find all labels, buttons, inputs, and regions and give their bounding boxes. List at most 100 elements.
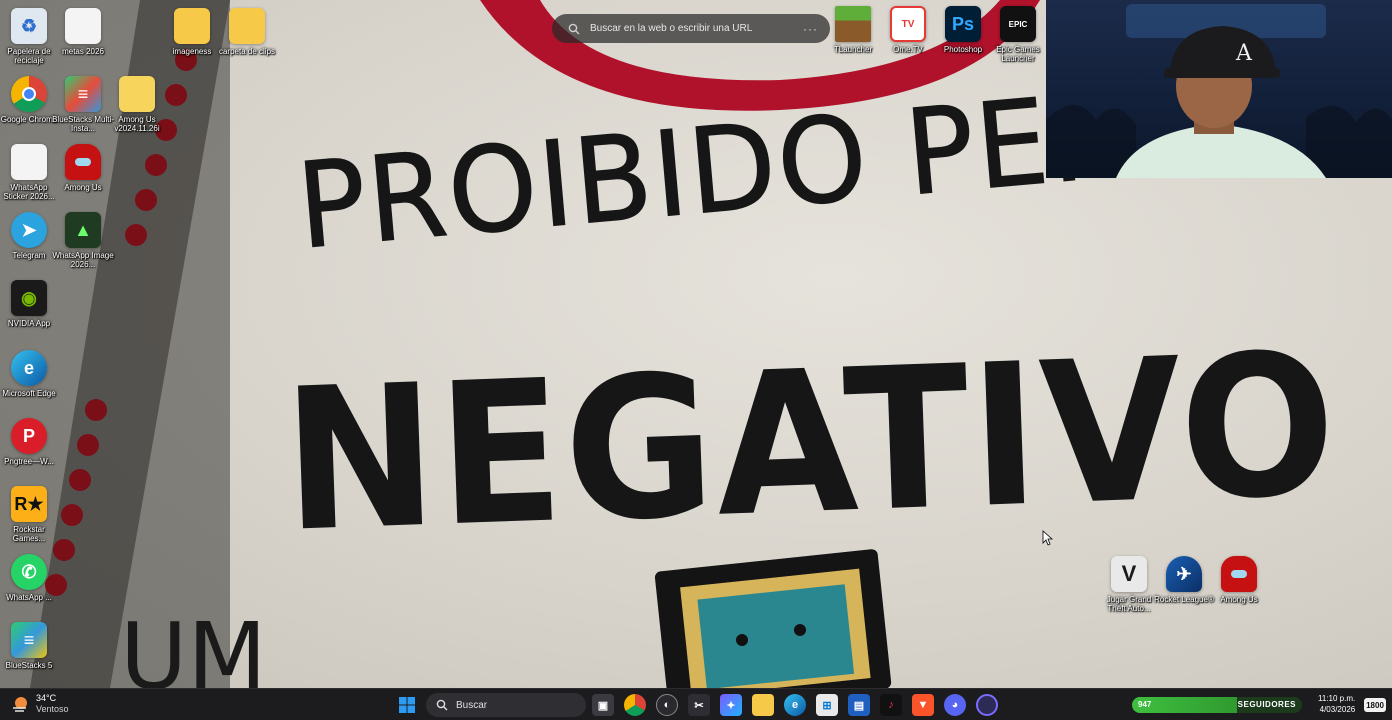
telegram-icon: ➤: [11, 212, 47, 248]
taskbar-edge-button[interactable]: e: [784, 694, 806, 716]
taskbar-search-box[interactable]: Buscar: [426, 693, 586, 717]
start-button[interactable]: [396, 694, 418, 716]
tlauncher-icon: [835, 6, 871, 42]
desktop-icon-imageness[interactable]: imageness: [163, 8, 221, 74]
taskbar-app2-button[interactable]: [976, 694, 998, 716]
search-icon: [568, 23, 580, 34]
desktop-icon-bluestacks-multi[interactable]: ≡ BlueStacks Multi-Insta...: [52, 76, 114, 142]
taskbar-file-explorer-button[interactable]: [752, 694, 774, 716]
taskbar-discord-button[interactable]: ◕: [944, 694, 966, 716]
taskbar-brave-button[interactable]: ▼: [912, 694, 934, 716]
desktop-icon-label: TLauncher: [833, 45, 873, 54]
desktop-icon-gta[interactable]: V Jugar Grand Theft Auto...: [1100, 556, 1158, 622]
desktop-icon-label: Rocket League®: [1154, 595, 1214, 604]
desktop-icon-whatsapp[interactable]: ✆ WhatsApp ...: [0, 554, 58, 620]
desktop-icon-label: Jugar Grand Theft Auto...: [1106, 595, 1152, 613]
desktop-icon-label: Ome.TV: [893, 45, 923, 54]
desktop-icon-edge[interactable]: e Microsoft Edge: [0, 350, 58, 416]
taskbar-store-button[interactable]: ⊞: [816, 694, 838, 716]
browser-search-bar[interactable]: Buscar en la web o escribir una URL ···: [552, 14, 830, 43]
search-placeholder[interactable]: Buscar en la web o escribir una URL: [590, 23, 803, 34]
desktop-icon-metas[interactable]: metas 2026: [54, 8, 112, 74]
ometv-icon: TV: [890, 6, 926, 42]
notification-badge[interactable]: 1800: [1364, 698, 1386, 712]
desktop-icon-label: WhatsApp ...: [6, 593, 52, 602]
discord-icon: ◕: [951, 699, 959, 711]
taskbar-tiktok-button[interactable]: ♪: [880, 694, 902, 716]
photoshop-icon: Ps: [945, 6, 981, 42]
desktop-icon-chrome[interactable]: Google Chrome: [0, 76, 58, 142]
desktop-icon-among-us-left[interactable]: Among Us: [54, 144, 112, 210]
desktop-icon-nvidia[interactable]: ◉ NVIDIA App: [0, 280, 58, 346]
desktop-icon-pngtree[interactable]: P Pngtree—W...: [0, 418, 58, 484]
gta-icon: V: [1111, 556, 1147, 592]
desktop-icon-rockstar[interactable]: R★ Rockstar Games...: [0, 486, 58, 552]
svg-text:A: A: [1235, 41, 1253, 66]
desktop-icon-bluestacks5[interactable]: ≡ BlueStacks 5: [0, 622, 58, 688]
folder-icon: [229, 8, 265, 44]
desktop-icon-ometv[interactable]: TV Ome.TV: [879, 6, 937, 72]
desktop-icon-photoshop[interactable]: Ps Photoshop: [934, 6, 992, 72]
chrome-icon: [11, 76, 47, 112]
follower-goal-bar: 947 SEGUIDORES: [1132, 697, 1302, 713]
bluestacks-icon: ≡: [11, 622, 47, 658]
recycle-bin-icon: ♻: [11, 8, 47, 44]
desktop-icon-label: Microsoft Edge: [2, 389, 56, 398]
pngtree-icon: P: [11, 418, 47, 454]
taskbar-copilot-button[interactable]: ✦: [720, 694, 742, 716]
among-us-icon: [1221, 556, 1257, 592]
follower-count: 947: [1138, 700, 1152, 709]
follower-label: SEGUIDORES: [1237, 700, 1296, 709]
more-options-icon[interactable]: ···: [803, 22, 818, 36]
search-icon: [436, 699, 448, 711]
desktop-icon-whatsapp-image[interactable]: ▲ WhatsApp Image 2026...: [52, 212, 114, 278]
desktop-icon-rocket-league[interactable]: ✈ Rocket League®: [1154, 556, 1214, 622]
webcam-person-silhouette: A: [1046, 4, 1392, 178]
rockstar-icon: R★: [11, 486, 47, 522]
copilot-icon: ✦: [726, 699, 736, 712]
weather-temperature: 34°C: [36, 693, 57, 703]
taskbar-capcut-button[interactable]: ✂: [688, 694, 710, 716]
desktop-icon-label: Google Chrome: [0, 115, 58, 124]
system-clock[interactable]: 11:10 p.m. 4/03/2026: [1318, 693, 1355, 715]
desktop-icon-label: imageness: [172, 47, 212, 56]
weather-description: Ventoso: [36, 704, 69, 714]
taskbar-chrome-button[interactable]: [624, 694, 646, 716]
wallpaper-text-line2: NEGATIVO: [280, 311, 1341, 576]
svg-text:UM: UM: [120, 603, 267, 688]
desktop-icon-label: Epic Games Launcher: [996, 45, 1040, 63]
windows-logo-icon: [399, 697, 415, 713]
folder-icon: [174, 8, 210, 44]
desktop-icon-carpeta-clips[interactable]: carpeta de clips: [218, 8, 276, 74]
desktop-icon-telegram[interactable]: ➤ Telegram: [0, 212, 58, 278]
nvidia-icon: ◉: [11, 280, 47, 316]
bluestacks-multi-icon: ≡: [65, 76, 101, 112]
obs-icon: ◐: [663, 699, 671, 711]
taskbar-app-button[interactable]: ▤: [848, 694, 870, 716]
image-file-icon: ▲: [65, 212, 101, 248]
clock-date: 4/03/2026: [1319, 705, 1356, 714]
desktop-icon-epic-games[interactable]: EPIC Epic Games Launcher: [989, 6, 1047, 72]
capcut-icon: ✂: [694, 699, 704, 712]
desktop-icon-recycle-bin[interactable]: ♻ Papelera de reciclaje: [0, 8, 58, 74]
whatsapp-icon: ✆: [11, 554, 47, 590]
desktop-icon-label: carpeta de clips: [218, 47, 276, 56]
desktop-icon-whatsapp-sticker[interactable]: WhatsApp Sticker 2026...: [0, 144, 58, 210]
brave-icon: ▼: [917, 699, 929, 711]
desktop-icon-among-us-right[interactable]: Among Us: [1210, 556, 1268, 622]
taskbar: 34°C Ventoso Buscar ▣ ◐ ✂ ✦ e ⊞ ▤ ♪ ▼ ◕ …: [0, 688, 1392, 720]
desktop-icon-label: BlueStacks 5: [5, 661, 53, 670]
document-icon: ▤: [853, 699, 865, 712]
weather-widget[interactable]: 34°C Ventoso: [10, 693, 69, 715]
desktop-icon-label: BlueStacks Multi-Insta...: [52, 115, 114, 133]
desktop-icon-label: Telegram: [12, 251, 46, 260]
webcam-overlay: A: [1046, 0, 1392, 178]
desktop-icon-among-us-folder[interactable]: Among Us v2024.11.26i: [108, 76, 166, 142]
taskbar-obs-button[interactable]: ◐: [656, 694, 678, 716]
desktop-icon-label: Among Us v2024.11.26i: [114, 115, 160, 133]
desktop-icon-tlauncher[interactable]: TLauncher: [824, 6, 882, 72]
store-icon: ⊞: [822, 699, 832, 712]
desktop-icon-label: Papelera de reciclaje: [7, 47, 51, 65]
file-icon: [65, 8, 101, 44]
task-view-button[interactable]: ▣: [592, 694, 614, 716]
